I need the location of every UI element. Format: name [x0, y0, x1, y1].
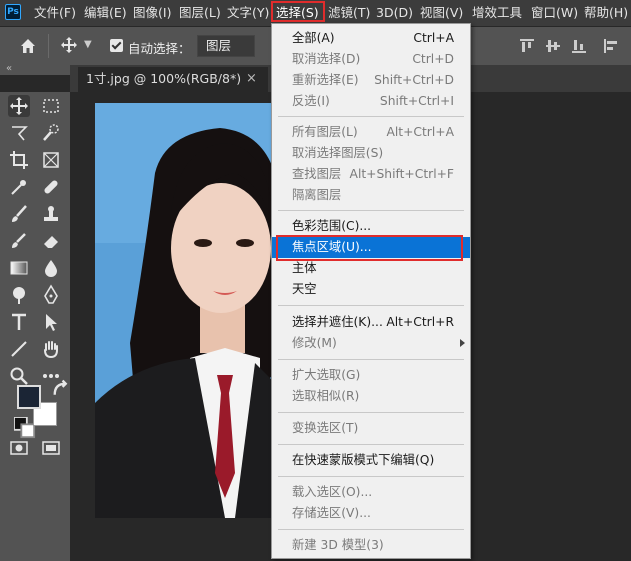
pen-tool-icon[interactable]: [40, 284, 62, 306]
line-tool-icon[interactable]: [8, 338, 30, 360]
gradient-tool-icon[interactable]: [8, 257, 30, 279]
menu-edit[interactable]: 编辑(E): [84, 0, 127, 26]
history-brush-tool-icon[interactable]: [8, 230, 30, 252]
menu-layer[interactable]: 图层(L): [179, 0, 221, 26]
clone-stamp-tool-icon[interactable]: [40, 203, 62, 225]
eraser-tool-icon[interactable]: [40, 230, 62, 252]
menu-separator: [278, 210, 464, 211]
screen-mode-icon[interactable]: [40, 437, 62, 459]
eyedropper-tool-icon[interactable]: [8, 176, 30, 198]
menu-plugins[interactable]: 增效工具: [472, 0, 522, 26]
menu-item-sky[interactable]: 天空: [272, 279, 470, 300]
submenu-arrow-icon: [460, 339, 465, 347]
menu-item-isolate-layers[interactable]: 隔离图层: [272, 185, 470, 206]
collapse-panel-icon[interactable]: «: [6, 63, 12, 74]
auto-select-checkbox[interactable]: [110, 39, 123, 52]
menu-item-inverse[interactable]: 反选(I) Shift+Ctrl+I: [272, 91, 470, 112]
menu-item-color-range[interactable]: 色彩范围(C)...: [272, 216, 470, 237]
home-icon[interactable]: [18, 36, 38, 56]
menu-type[interactable]: 文字(Y): [227, 0, 269, 26]
menu-item-deselect-layers[interactable]: 取消选择图层(S): [272, 143, 470, 164]
menu-separator: [278, 444, 464, 445]
type-tool-icon[interactable]: [8, 311, 30, 333]
menu-separator: [278, 359, 464, 360]
document-tab[interactable]: 1寸.jpg @ 100%(RGB/8*): [78, 67, 268, 92]
menu-item-deselect[interactable]: 取消选择(D) Ctrl+D: [272, 49, 470, 70]
close-tab-icon[interactable]: ×: [246, 67, 257, 91]
hand-tool-icon[interactable]: [40, 338, 62, 360]
menu-item-modify[interactable]: 修改(M): [272, 333, 470, 354]
path-selection-tool-icon[interactable]: [40, 311, 62, 333]
foreground-color-swatch[interactable]: [17, 385, 41, 409]
menu-item-save-selection[interactable]: 存储选区(V)...: [272, 503, 470, 524]
auto-select-label: 自动选择：: [128, 41, 191, 56]
menu-help[interactable]: 帮助(H): [584, 0, 628, 26]
menu-separator: [278, 116, 464, 117]
default-colors-icon[interactable]: [13, 416, 36, 439]
select-menu-dropdown: 全部(A) Ctrl+A 取消选择(D) Ctrl+D 重新选择(E) Shift+C…: [271, 23, 471, 559]
menu-separator: [278, 305, 464, 306]
annotation-box-select-menu: [271, 1, 325, 22]
menu-item-new-3d-model[interactable]: 新建 3D 模型(3): [272, 535, 470, 556]
menu-item-similar[interactable]: 选取相似(R): [272, 386, 470, 407]
menu-item-find-layers[interactable]: 查找图层 Alt+Shift+Ctrl+F: [272, 164, 470, 185]
align-bottom-icon[interactable]: [572, 39, 586, 53]
healing-brush-tool-icon[interactable]: [40, 176, 62, 198]
menu-separator: [278, 412, 464, 413]
auto-select-target-dropdown[interactable]: 图层: [197, 35, 255, 57]
crop-tool-icon[interactable]: [8, 149, 30, 171]
menu-separator: [278, 529, 464, 530]
align-top-icon[interactable]: [520, 39, 534, 53]
chevron-down-icon[interactable]: ▼: [84, 39, 92, 50]
photoshop-logo: Ps: [5, 4, 21, 20]
annotation-box-focus-area: [276, 235, 463, 261]
quick-mask-icon[interactable]: [8, 437, 30, 459]
portrait-photo: [95, 103, 285, 518]
menu-item-select-and-mask[interactable]: 选择并遮住(K)... Alt+Ctrl+R: [272, 312, 470, 333]
quick-selection-tool-icon[interactable]: [40, 122, 62, 144]
menu-item-quick-mask-edit[interactable]: 在快速蒙版模式下编辑(Q): [272, 450, 470, 471]
menu-separator: [278, 476, 464, 477]
blur-tool-icon[interactable]: [40, 257, 62, 279]
brush-tool-icon[interactable]: [8, 203, 30, 225]
menu-image[interactable]: 图像(I): [133, 0, 171, 26]
menu-item-reselect[interactable]: 重新选择(E) Shift+Ctrl+D: [272, 70, 470, 91]
menu-window[interactable]: 窗口(W): [531, 0, 578, 26]
align-left-icon[interactable]: [604, 39, 618, 53]
marquee-tool-icon[interactable]: [40, 95, 62, 117]
frame-tool-icon[interactable]: [40, 149, 62, 171]
tools-panel: [0, 92, 70, 561]
move-tool-icon[interactable]: [8, 95, 30, 117]
menu-item-subject[interactable]: 主体: [272, 258, 470, 279]
lasso-tool-icon[interactable]: [8, 122, 30, 144]
align-vertical-center-icon[interactable]: [546, 39, 560, 53]
zoom-tool-icon[interactable]: [8, 365, 30, 387]
menu-file[interactable]: 文件(F): [34, 0, 76, 26]
swap-colors-icon[interactable]: [50, 379, 68, 395]
menu-item-all-layers[interactable]: 所有图层(L) Alt+Ctrl+A: [272, 122, 470, 143]
menu-item-grow[interactable]: 扩大选取(G): [272, 365, 470, 386]
menu-item-select-all[interactable]: 全部(A) Ctrl+A: [272, 28, 470, 49]
menu-item-transform-selection[interactable]: 变换选区(T): [272, 418, 470, 439]
menu-item-load-selection[interactable]: 载入选区(O)...: [272, 482, 470, 503]
move-tool-icon[interactable]: [60, 36, 78, 54]
dodge-tool-icon[interactable]: [8, 284, 30, 306]
